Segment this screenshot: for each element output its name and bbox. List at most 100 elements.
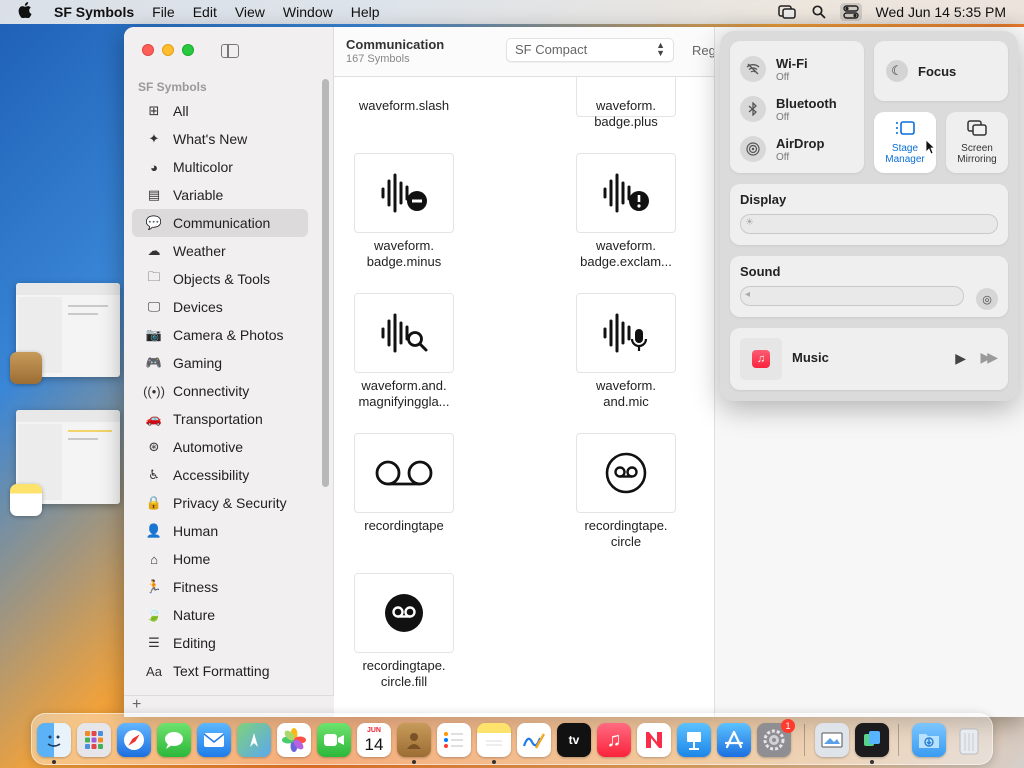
apple-menu-icon[interactable] — [18, 1, 40, 23]
sidebar-item-transportation[interactable]: 🚗 Transportation — [132, 405, 308, 433]
mouse-pointer-icon — [925, 139, 936, 155]
category-title: Communication — [346, 37, 445, 52]
symbol-label[interactable]: waveform. badge.plus — [556, 98, 696, 130]
sidebar-item-label: Editing — [173, 635, 216, 651]
symbol-label[interactable]: waveform. badge.exclam... — [556, 238, 696, 270]
menu-help[interactable]: Help — [351, 4, 380, 20]
control-center-panel: Wi-Fi Off Bluetooth Off AirDrop Off ☾ Focus… — [720, 31, 1018, 401]
house-icon: ⌂ — [150, 551, 158, 567]
airdrop-toggle[interactable]: AirDrop Off — [740, 131, 824, 167]
calendar-icon[interactable]: JUN 14 — [357, 723, 391, 757]
folder-icon: 🗀 — [147, 269, 161, 284]
mail-icon[interactable] — [197, 723, 231, 757]
play-icon[interactable]: ▶ — [955, 350, 966, 367]
wifi-toggle[interactable]: Wi-Fi Off — [740, 51, 808, 87]
symbol-tile-waveform-and-mic[interactable] — [576, 293, 676, 373]
focus-module[interactable]: ☾ Focus — [874, 41, 1008, 101]
forward-icon[interactable]: ▶▶ — [980, 349, 997, 366]
font-select[interactable]: SF Compact ▲ ▼ — [506, 38, 674, 62]
symbol-tile-recordingtape-circle-fill[interactable] — [354, 573, 454, 653]
music-dock-icon[interactable]: ♫ — [597, 723, 631, 757]
stage-manager-menu-icon[interactable] — [776, 3, 798, 21]
reminders-icon[interactable] — [437, 723, 471, 757]
sidebar-item-gaming[interactable]: 🎮 Gaming — [132, 349, 308, 377]
keynote-icon[interactable] — [677, 723, 711, 757]
sidebar-item-what-s-new[interactable]: ✦ What's New — [132, 125, 308, 153]
app-store-icon[interactable] — [717, 723, 751, 757]
sidebar-item-accessibility[interactable]: ♿ Accessibility — [132, 461, 308, 489]
preview-icon[interactable] — [815, 723, 849, 757]
menu-file[interactable]: File — [152, 4, 175, 20]
maps-icon[interactable] — [237, 723, 271, 757]
launchpad-icon[interactable] — [77, 723, 111, 757]
menu-window[interactable]: Window — [283, 4, 333, 20]
sidebar-item-all[interactable]: ⊞ All — [132, 97, 308, 125]
sidebar-item-home[interactable]: ⌂ Home — [132, 545, 308, 573]
contacts-app-icon[interactable] — [10, 352, 42, 384]
safari-icon[interactable] — [117, 723, 151, 757]
finder-icon[interactable] — [37, 723, 71, 757]
sidebar-item-nature[interactable]: 🍃 Nature — [132, 601, 308, 629]
close-button[interactable] — [142, 44, 154, 56]
messages-icon[interactable] — [157, 723, 191, 757]
menu-edit[interactable]: Edit — [193, 4, 217, 20]
calendar-day: 14 — [364, 735, 384, 754]
spotlight-search-icon[interactable] — [808, 3, 830, 21]
sidebar-toggle-icon[interactable] — [221, 44, 239, 58]
airplay-audio-icon[interactable]: ◎ — [976, 288, 998, 310]
control-center-icon[interactable] — [839, 3, 862, 21]
screen-mirroring-label-1: Screen — [961, 143, 993, 154]
photos-icon[interactable] — [277, 723, 311, 757]
lock-icon: 🔒 — [145, 495, 163, 510]
news-icon[interactable] — [637, 723, 671, 757]
symbol-tile-recordingtape[interactable] — [354, 433, 454, 513]
symbol-label[interactable]: recordingtape — [334, 518, 474, 534]
contacts-dock-icon[interactable] — [397, 723, 431, 757]
sidebar-item-connectivity[interactable]: ((•)) Connectivity — [132, 377, 308, 405]
symbol-label[interactable]: recordingtape. circle.fill — [334, 658, 474, 690]
add-collection-button[interactable]: + — [132, 696, 141, 714]
sidebar-item-variable[interactable]: ▤ Variable — [132, 181, 308, 209]
downloads-folder-icon[interactable] — [912, 723, 946, 757]
symbol-label[interactable]: recordingtape. circle — [556, 518, 696, 550]
symbol-label[interactable]: waveform. and.mic — [556, 378, 696, 410]
sidebar-item-privacy-security[interactable]: 🔒 Privacy & Security — [132, 489, 308, 517]
sidebar-item-text-formatting[interactable]: Aa Text Formatting — [132, 657, 308, 685]
brightness-slider[interactable]: ☀ — [740, 214, 998, 234]
symbol-tile-waveform-badge-exclamation[interactable] — [576, 153, 676, 233]
symbol-tile-waveform-badge-minus[interactable] — [354, 153, 454, 233]
sidebar-item-human[interactable]: 👤 Human — [132, 517, 308, 545]
symbol-tile-recordingtape-circle[interactable] — [576, 433, 676, 513]
symbol-tile-waveform-and-magnifyingglass[interactable] — [354, 293, 454, 373]
minimize-button[interactable] — [162, 44, 174, 56]
bluetooth-toggle[interactable]: Bluetooth Off — [740, 91, 837, 127]
music-module[interactable]: ♫ Music ▶ ▶▶ — [730, 328, 1008, 390]
volume-slider[interactable]: ◂ — [740, 286, 964, 306]
sidebar-item-camera-photos[interactable]: 📷 Camera & Photos — [132, 321, 308, 349]
sidebar-item-devices[interactable]: 🖵 Devices — [132, 293, 308, 321]
sidebar-item-objects-tools[interactable]: 🗀 Objects & Tools — [132, 265, 308, 293]
symbol-label[interactable]: waveform.slash — [334, 98, 474, 114]
sidebar-item-fitness[interactable]: 🏃 Fitness — [132, 573, 308, 601]
sidebar-item-weather[interactable]: ☁ Weather — [132, 237, 308, 265]
sidebar-item-multicolor[interactable]: ◕ Multicolor — [132, 153, 308, 181]
trash-icon[interactable] — [952, 723, 986, 757]
freeform-icon[interactable] — [517, 723, 551, 757]
sidebar-item-editing[interactable]: ☰ Editing — [132, 629, 308, 657]
gamecontroller-icon: 🎮 — [145, 355, 163, 370]
menu-clock[interactable]: Wed Jun 14 5:35 PM — [876, 4, 1006, 20]
sidebar-item-automotive[interactable]: ⊛ Automotive — [132, 433, 308, 461]
sf-symbols-dock-icon[interactable] — [855, 723, 889, 757]
apple-tv-icon[interactable]: tv — [557, 723, 591, 757]
sidebar-scrollbar[interactable] — [322, 79, 329, 487]
zoom-button[interactable] — [182, 44, 194, 56]
menu-view[interactable]: View — [235, 4, 265, 20]
menu-app-name[interactable]: SF Symbols — [54, 4, 134, 20]
sidebar-item-communication[interactable]: 💬 Communication — [132, 209, 308, 237]
notes-app-icon[interactable] — [10, 484, 42, 516]
symbol-label[interactable]: waveform.and. magnifyinggla... — [334, 378, 474, 410]
facetime-icon[interactable] — [317, 723, 351, 757]
notes-dock-icon[interactable] — [477, 723, 511, 757]
screen-mirroring-toggle[interactable]: Screen Mirroring — [946, 112, 1008, 173]
symbol-label[interactable]: waveform. badge.minus — [334, 238, 474, 270]
